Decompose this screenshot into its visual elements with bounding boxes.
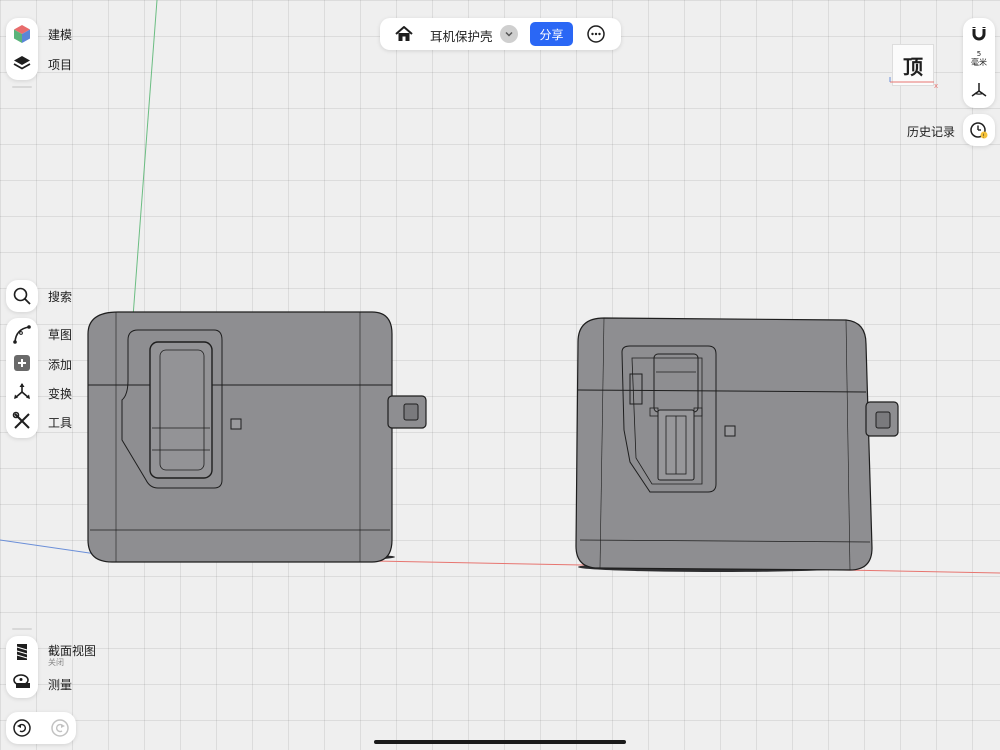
view-cube-axes: x — [889, 77, 938, 90]
svg-text:x: x — [934, 82, 938, 90]
redo-icon — [51, 719, 69, 737]
earbud-case-model-right[interactable] — [575, 317, 899, 572]
section-view-button[interactable] — [12, 642, 32, 662]
units-label: 毫米 — [971, 58, 987, 67]
project-layers-button[interactable] — [12, 53, 32, 73]
history-button[interactable]: ! — [969, 120, 989, 140]
share-button-label: 分享 — [539, 27, 564, 42]
add-button[interactable] — [12, 353, 32, 373]
tools-button[interactable] — [12, 411, 32, 431]
nav-sketch-label[interactable]: 草图 — [48, 326, 72, 343]
search-panel — [6, 280, 38, 312]
sketch-arc-icon — [13, 325, 31, 344]
more-button[interactable] — [586, 24, 606, 44]
svg-text:!: ! — [983, 133, 985, 139]
undo-button[interactable] — [12, 718, 32, 738]
measure-button[interactable] — [12, 671, 32, 691]
project-title: 耳机保护壳 — [430, 29, 493, 44]
history-label[interactable]: 历史记录 — [907, 123, 955, 140]
divider — [12, 86, 32, 88]
nav-project-label[interactable]: 项目 — [48, 56, 72, 73]
undo-icon — [13, 719, 31, 737]
home-button[interactable] — [394, 24, 414, 44]
transform-axes-icon — [14, 383, 30, 399]
modeling-cube-icon — [14, 25, 30, 43]
right-view-panel: 5 毫米 — [963, 18, 995, 108]
nav-add-label[interactable]: 添加 — [48, 356, 72, 373]
layers-icon — [13, 56, 31, 70]
section-view-status: 关闭 — [48, 658, 64, 667]
analysis-panel — [6, 636, 38, 698]
y-axis-line — [131, 0, 158, 331]
chevron-down-icon — [505, 31, 513, 37]
units-button[interactable]: 5 毫米 — [963, 50, 995, 72]
section-view-icon — [16, 644, 28, 660]
search-icon — [13, 287, 31, 305]
magnet-icon — [972, 27, 986, 41]
more-options-icon — [587, 25, 605, 43]
nav-transform-label[interactable]: 变换 — [48, 385, 72, 402]
units-value: 5 — [976, 50, 982, 58]
modeling-workspace-button[interactable] — [12, 24, 32, 44]
tools-wrench-icon — [12, 411, 30, 429]
search-button[interactable] — [12, 286, 32, 306]
axis-gizmo-icon — [971, 83, 987, 97]
transform-button[interactable] — [12, 382, 32, 402]
nav-tools-label[interactable]: 工具 — [48, 414, 72, 431]
project-menu-button[interactable] — [500, 25, 518, 43]
nav-modeling-label[interactable]: 建模 — [48, 26, 72, 43]
nav-search-label[interactable]: 搜索 — [48, 288, 72, 305]
redo-button[interactable] — [50, 718, 70, 738]
divider — [12, 628, 32, 630]
share-button[interactable]: 分享 — [530, 22, 573, 46]
add-plus-icon — [14, 355, 30, 371]
snap-button[interactable] — [969, 24, 989, 44]
earbud-case-model-left[interactable] — [87, 311, 427, 563]
home-icon — [395, 26, 413, 41]
history-panel: ! — [963, 114, 995, 146]
left-top-panel — [6, 18, 38, 80]
view-orientation-button[interactable] — [969, 80, 989, 100]
measure-label[interactable]: 测量 — [48, 676, 72, 693]
undo-redo-panel — [6, 712, 76, 744]
history-clock-icon: ! — [970, 122, 988, 139]
viewport-canvas[interactable] — [0, 0, 1000, 750]
home-indicator — [374, 740, 626, 744]
top-bar: 耳机保护壳 分享 — [380, 18, 621, 50]
tape-measure-icon — [13, 674, 30, 688]
sketch-button[interactable] — [12, 324, 32, 344]
tools-panel — [6, 318, 38, 438]
